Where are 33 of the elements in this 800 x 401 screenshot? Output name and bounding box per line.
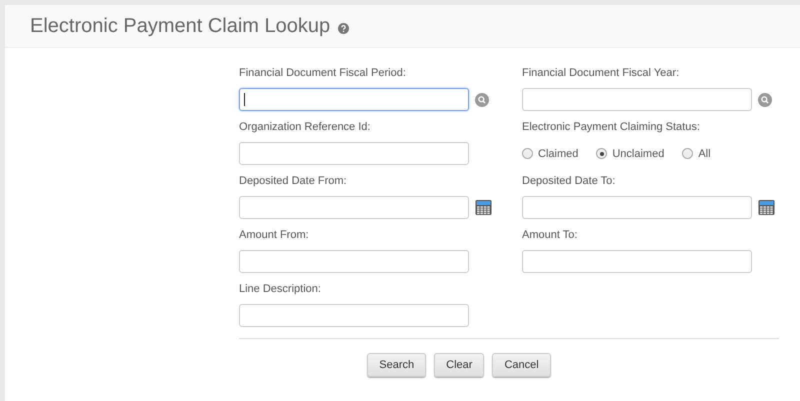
input-field[interactable] xyxy=(522,88,752,111)
page-title: Electronic Payment Claim Lookup xyxy=(30,14,330,38)
input-field[interactable] xyxy=(522,196,752,219)
input-field[interactable] xyxy=(239,196,469,219)
action-button[interactable]: Clear xyxy=(434,353,484,377)
field-label: Financial Document Fiscal Year: xyxy=(522,66,680,81)
input-field[interactable] xyxy=(522,250,752,273)
radio-button[interactable] xyxy=(682,148,694,159)
input-field[interactable] xyxy=(239,88,469,111)
field-label: Financial Document Fiscal Period: xyxy=(239,66,407,81)
field-label: Amount To: xyxy=(522,228,578,243)
input-field[interactable] xyxy=(239,142,469,165)
help-icon[interactable] xyxy=(338,22,350,34)
radio-option[interactable]: All xyxy=(682,148,711,160)
field-label: Deposited Date From: xyxy=(239,174,348,189)
field-label: Electronic Payment Claiming Status: xyxy=(522,120,701,135)
field-label: Amount From: xyxy=(239,228,310,243)
radio-option[interactable]: Unclaimed xyxy=(596,148,664,160)
calendar-icon[interactable] xyxy=(475,199,492,216)
field-label: Deposited Date To: xyxy=(522,174,616,189)
radio-button[interactable] xyxy=(522,148,533,159)
calendar-icon[interactable] xyxy=(758,199,775,216)
action-button[interactable]: Cancel xyxy=(492,353,551,377)
field-label: Line Description: xyxy=(239,282,322,297)
input-field[interactable] xyxy=(239,304,469,327)
field-label: Organization Reference Id: xyxy=(239,120,372,135)
radio-button[interactable] xyxy=(596,148,608,159)
action-button[interactable]: Search xyxy=(367,353,426,377)
search-icon[interactable] xyxy=(758,92,772,106)
search-icon[interactable] xyxy=(475,92,489,106)
radio-option[interactable]: Claimed xyxy=(522,148,578,160)
input-field[interactable] xyxy=(239,250,469,273)
text-cursor xyxy=(244,93,245,106)
